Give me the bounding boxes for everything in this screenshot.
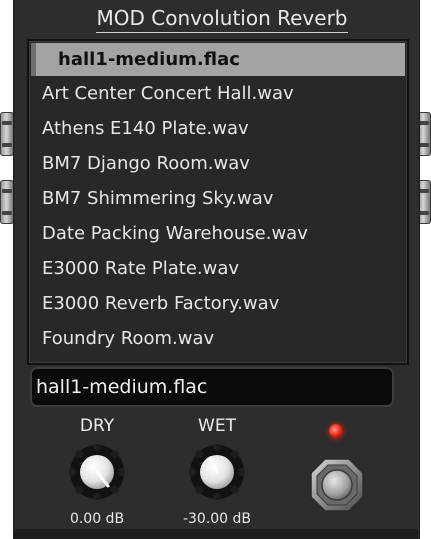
file-list-item[interactable]: BM7 Shimmering Sky.wav [29, 181, 407, 216]
dry-value: 0.00 dB [69, 511, 125, 527]
file-list-item[interactable]: BM7 Django Room.wav [29, 146, 407, 181]
file-list-item[interactable]: Foundry Room.wav [29, 321, 407, 356]
file-list-item[interactable]: Art Center Concert Hall.wav [29, 76, 407, 111]
input-jack-1-icon[interactable] [0, 112, 14, 156]
file-list-item[interactable]: Date Packing Warehouse.wav [29, 216, 407, 251]
file-list-item[interactable]: Athens E140 Plate.wav [29, 111, 407, 146]
current-file-display: hall1-medium.flac [30, 367, 394, 407]
wet-knob[interactable] [189, 444, 245, 500]
wet-label: WET [198, 416, 236, 436]
file-list[interactable]: hall1-medium.flac Art Center Concert Hal… [27, 39, 409, 365]
dry-knob[interactable] [69, 444, 125, 500]
plugin-title: MOD Convolution Reverb [96, 6, 348, 33]
wet-value: -30.00 dB [182, 511, 252, 527]
pedal-base [13, 529, 418, 539]
input-jack-2-icon[interactable] [0, 180, 14, 224]
file-list-item-selected[interactable]: hall1-medium.flac [31, 43, 405, 76]
plugin-pedal: MOD Convolution Reverb hall1-medium.flac… [13, 0, 420, 539]
file-list-item[interactable]: E3000 Rate Plate.wav [29, 251, 407, 286]
status-led [329, 424, 343, 438]
file-list-item[interactable]: E3000 Reverb Factory.wav [29, 286, 407, 321]
dry-label: DRY [79, 416, 115, 436]
footswitch-icon[interactable] [307, 455, 367, 515]
